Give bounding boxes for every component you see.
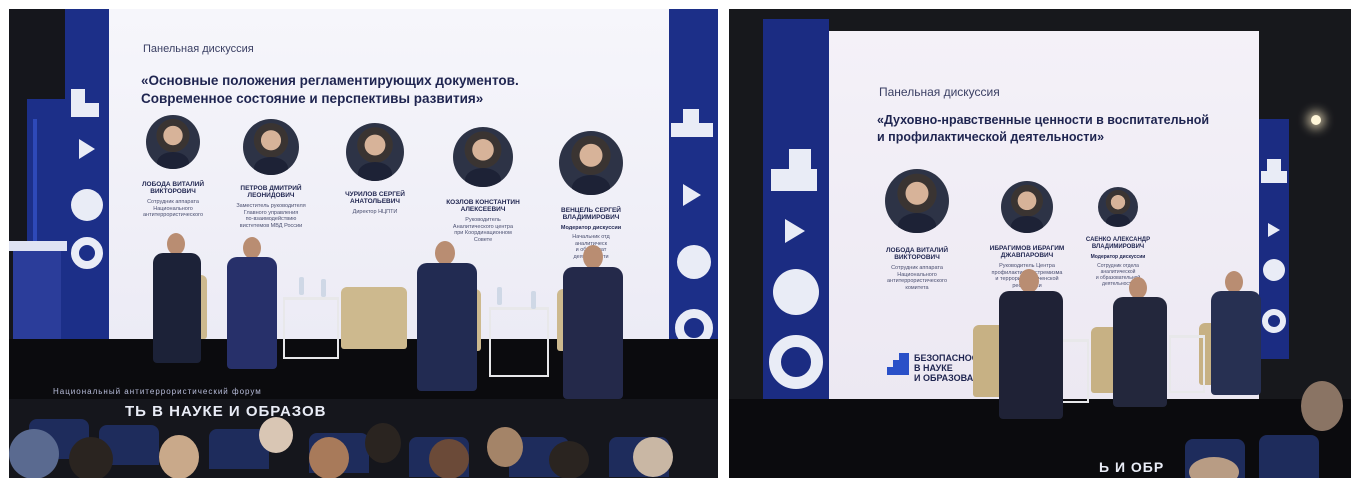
audience-member (365, 423, 401, 463)
speaker-photo (146, 115, 200, 169)
left-photo: Панельная дискуссия «Основные положения … (9, 9, 718, 478)
panelist (991, 269, 1069, 419)
stage-front-banner: ТЬ В НАУКЕ И ОБРАЗОВ (125, 403, 327, 420)
speaker-photo (346, 123, 404, 181)
side-table (1169, 335, 1205, 393)
stair-shape (71, 103, 99, 117)
play-shape (683, 184, 701, 206)
screen-title-line1: «Духовно-нравственные ценности в воспита… (877, 113, 1210, 127)
play-shape (785, 219, 805, 243)
circle-shape (677, 245, 711, 279)
speaker-name: ВЕНЦЕЛЬ СЕРГЕЙ ВЛАДИМИРОВИЧ (561, 207, 621, 222)
speaker-card: САЕНКО АЛЕКСАНДР ВЛАДИМИРОВИЧ Модератор д… (1075, 187, 1161, 287)
audience-member (69, 437, 113, 478)
speaker-role: Сотрудник аппарата Национального антитерро… (143, 198, 203, 219)
screen-label: Панельная дискуссия (143, 43, 254, 55)
stair-shape (671, 123, 713, 137)
speaker-name: ЛОБОДА ВИТАЛИЙ ВИКТОРОВИЧ (142, 181, 204, 196)
speaker-card: ЛОБОДА ВИТАЛИЙ ВИКТОРОВИЧ Сотрудник аппар… (127, 115, 219, 219)
circle-shape (773, 269, 819, 315)
stage-front-banner: Ь И ОБР (1099, 459, 1165, 475)
audience-member (429, 439, 469, 478)
audience-member (309, 437, 349, 478)
water-bottle (497, 287, 502, 305)
panelist (557, 245, 629, 399)
panelist (1205, 271, 1267, 395)
water-bottle (531, 291, 536, 309)
speaker-name: ПЕТРОВ ДМИТРИЙ ЛЕОНИДОВИЧ (240, 185, 302, 200)
panelist (149, 233, 207, 363)
speaker-name: САЕНКО АЛЕКСАНДР ВЛАДИМИРОВИЧ (1085, 237, 1151, 250)
water-bottle (299, 277, 304, 295)
stair-shape (71, 89, 85, 103)
panelist (221, 237, 281, 369)
audience-member (159, 435, 199, 478)
audience-member (9, 429, 59, 478)
play-shape (79, 139, 95, 159)
audience-member (259, 417, 293, 453)
speaker-moderator: Модератор дискуссии (560, 224, 622, 231)
speaker-role: Директор НЦПТИ (352, 208, 398, 215)
screen-title-line2: и профилактической деятельности» (877, 130, 1105, 144)
ring-shape (769, 335, 823, 389)
speaker-photo (1098, 187, 1138, 227)
stair-shape (1267, 159, 1281, 171)
speaker-name: ЛОБОДА ВИТАЛИЙ ВИКТОРОВИЧ (886, 247, 948, 262)
screen-title-line2: Современное состояние и перспективы разв… (141, 91, 484, 106)
speaker-moderator: Модератор дискуссии (1090, 253, 1146, 260)
audience-member (549, 441, 589, 478)
led-panel-right (669, 9, 718, 369)
speaker-role: Сотрудник аппарата Национального антитерро… (887, 264, 947, 291)
speaker-card: ВЕНЦЕЛЬ СЕРГЕЙ ВЛАДИМИРОВИЧ Модератор дис… (541, 131, 641, 260)
speaker-photo (1001, 181, 1053, 233)
speaker-card: ПЕТРОВ ДМИТРИЙ ЛЕОНИДОВИЧ Заместитель рук… (225, 119, 317, 229)
speaker-card: ЧУРИЛОВ СЕРГЕЙ АНАТОЛЬЕВИЧ Директор НЦПТИ (329, 123, 421, 216)
screen-title-line1: «Основные положения регламентирующих док… (141, 73, 519, 88)
led-panel-left (763, 19, 829, 439)
right-photo: Панельная дискуссия «Духовно-нравственны… (729, 9, 1351, 478)
led-panel-left (65, 9, 109, 339)
speaker-name: КОЗЛОВ КОНСТАНТИН АЛЕКСЕЕВИЧ (446, 199, 520, 214)
water-bottle (321, 279, 326, 297)
audience-member (487, 427, 523, 467)
panelist (1107, 277, 1173, 407)
play-shape (1268, 223, 1280, 237)
circle-shape (71, 189, 103, 221)
speaker-name: ЧУРИЛОВ СЕРГЕЙ АНАТОЛЬЕВИЧ (345, 191, 405, 206)
side-table (489, 307, 549, 377)
speaker-role: Заместитель руководителя Главного управле… (236, 202, 306, 229)
stair-shape (1261, 171, 1287, 183)
speaker-card: ЛОБОДА ВИТАЛИЙ ВИКТОРОВИЧ Сотрудник аппар… (869, 169, 965, 291)
speaker-photo (559, 131, 623, 195)
speaker-photo (243, 119, 299, 175)
side-table (283, 297, 339, 359)
audience-member (1301, 381, 1343, 431)
speaker-name: ИБРАГИМОВ ИБРАГИМ ДЖАВПАРОВИЧ (989, 245, 1065, 260)
stair-shape (771, 169, 817, 191)
panelist (411, 241, 483, 391)
speaker-photo (885, 169, 949, 233)
stairs-icon (887, 353, 909, 375)
stage-front-banner-small: Национальный антитеррористический форум (53, 387, 262, 396)
speaker-role: Руководитель Аналитического центра при Коо… (452, 216, 514, 243)
speaker-photo (453, 127, 513, 187)
chair (341, 287, 407, 349)
screen-label: Панельная дискуссия (879, 85, 1000, 99)
ring-shape (71, 237, 103, 269)
stair-shape (683, 109, 699, 123)
stair-shape (789, 149, 811, 169)
audience-seat (1259, 435, 1319, 478)
audience-member (633, 437, 673, 477)
lectern-top (9, 241, 67, 251)
speaker-card: КОЗЛОВ КОНСТАНТИН АЛЕКСЕЕВИЧ Руководитель… (431, 127, 535, 243)
ceiling-light (1311, 115, 1321, 125)
